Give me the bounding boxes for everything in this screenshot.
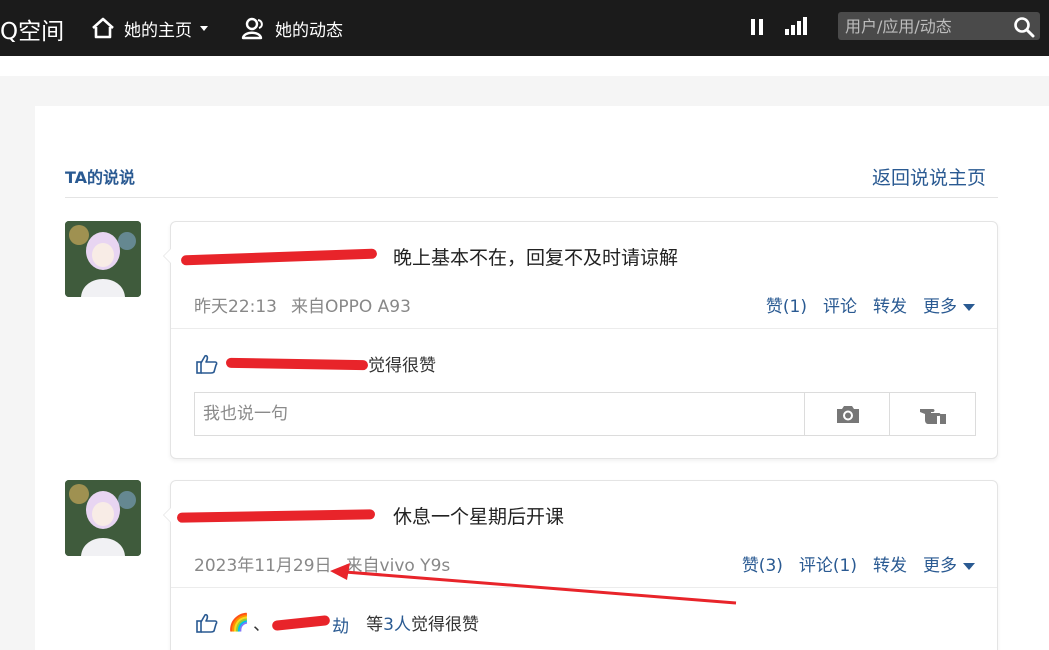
liker-separator: 、: [253, 615, 271, 635]
redacted-liker-names: 劫: [270, 614, 366, 637]
sub-header-strip: [0, 56, 1049, 76]
redacted-author-name: [180, 248, 378, 266]
qzone-logo[interactable]: Q空间: [0, 12, 64, 46]
nav-her-feed[interactable]: 她的动态: [241, 14, 343, 42]
chevron-down-icon: [963, 562, 975, 570]
thumbs-up-icon: [196, 613, 218, 633]
search-input[interactable]: [838, 12, 1008, 40]
avatar[interactable]: [65, 480, 141, 556]
post-actions: 赞(3) 评论(1) 转发 更多: [726, 551, 975, 576]
pointing-hand-icon: [919, 409, 946, 424]
top-navbar: Q空间 她的主页 她的动态: [0, 0, 1049, 56]
avatar-image: [65, 221, 141, 297]
redacted-liker-names: [225, 356, 369, 372]
share-button[interactable]: 转发: [873, 551, 907, 576]
post-source: 来自vivo Y9s: [345, 556, 451, 576]
home-icon: [92, 17, 114, 39]
share-button[interactable]: 转发: [873, 292, 907, 317]
nav-her-feed-label: 她的动态: [275, 20, 343, 41]
post-time[interactable]: 昨天22:13: [194, 297, 277, 317]
post-source: 来自OPPO A93: [291, 297, 411, 317]
avatar[interactable]: [65, 221, 141, 297]
user-icon: [241, 17, 263, 40]
nav-her-homepage-label: 她的主页: [124, 20, 192, 41]
like-button[interactable]: 赞(3): [742, 551, 783, 576]
comment-box: [194, 392, 976, 436]
comment-input[interactable]: [195, 393, 803, 435]
likes-count-prefix: 等: [366, 615, 384, 635]
post-actions: 赞(1) 评论 转发 更多: [750, 292, 975, 317]
back-to-shuoshuo-link[interactable]: 返回说说主页: [872, 163, 986, 190]
likes-suffix: 觉得很赞: [411, 615, 479, 635]
comment-button[interactable]: 评论(1): [799, 551, 857, 576]
signal-bars-icon[interactable]: [785, 17, 809, 35]
likes-suffix: 觉得很赞: [368, 356, 436, 376]
avatar-image: [65, 480, 141, 556]
post-text: 晚上基本不在，回复不及时请谅解: [393, 247, 679, 269]
more-button[interactable]: 更多: [923, 292, 975, 317]
likes-row: 觉得很赞: [196, 351, 436, 376]
more-label: 更多: [923, 297, 957, 317]
post-card: 休息一个星期后开课 2023年11月29日 来自vivo Y9s 赞(3) 评论(…: [163, 480, 998, 650]
poke-button[interactable]: [889, 393, 975, 435]
likes-count[interactable]: 3人: [383, 610, 411, 635]
post-text: 休息一个星期后开课: [393, 506, 565, 528]
search-box: [838, 12, 1040, 40]
redacted-author-name: [176, 509, 376, 523]
camera-icon: [836, 406, 859, 423]
comment-button[interactable]: 评论: [823, 292, 857, 317]
thumbs-up-icon: [196, 354, 218, 374]
nav-her-homepage[interactable]: 她的主页: [90, 14, 208, 42]
post-time[interactable]: 2023年11月29日: [194, 556, 332, 576]
like-button[interactable]: 赞(1): [766, 292, 807, 317]
more-label: 更多: [923, 556, 957, 576]
liker-emoji[interactable]: 🌈: [228, 613, 249, 633]
chevron-down-icon: [963, 303, 975, 311]
post-meta: 昨天22:13 来自OPPO A93: [194, 292, 411, 317]
section-divider: [65, 197, 998, 198]
post-card: 晚上基本不在，回复不及时请谅解 昨天22:13 来自OPPO A93 赞(1) 评…: [163, 221, 998, 459]
likes-row: 🌈 、 劫 等 3人 觉得很赞: [196, 610, 479, 637]
pause-icon[interactable]: [751, 19, 765, 35]
photo-button[interactable]: [804, 393, 890, 435]
more-button[interactable]: 更多: [923, 551, 975, 576]
section-title: TA的说说: [65, 168, 136, 187]
chevron-down-icon: [200, 25, 208, 31]
post-meta: 2023年11月29日 来自vivo Y9s: [194, 551, 450, 576]
search-icon[interactable]: [1013, 16, 1035, 38]
